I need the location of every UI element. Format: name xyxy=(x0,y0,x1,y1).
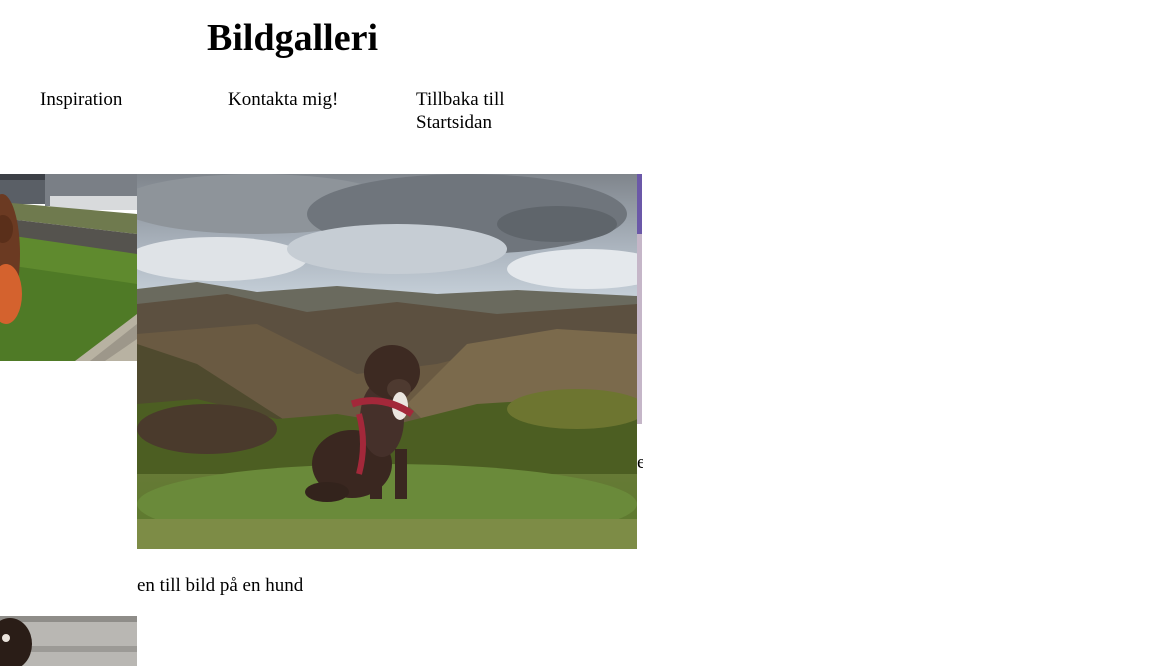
gallery-photo-right-edge[interactable] xyxy=(637,174,642,424)
page-title: Bildgalleri xyxy=(207,17,378,59)
gallery-caption: en till bild på en hund xyxy=(137,575,304,596)
gallery-photo-dog-hills[interactable] xyxy=(137,174,637,549)
nav-link-inspiration[interactable]: Inspiration xyxy=(40,88,180,111)
gallery-caption-right: e xyxy=(637,452,643,473)
gallery-photo-dog-bottom[interactable] xyxy=(0,616,137,666)
gallery-photo-dog-frisbee[interactable] xyxy=(0,174,137,361)
nav-link-kontakta[interactable]: Kontakta mig! xyxy=(228,88,368,111)
nav-link-startsidan[interactable]: Tillbaka till Startsidan xyxy=(416,88,536,134)
